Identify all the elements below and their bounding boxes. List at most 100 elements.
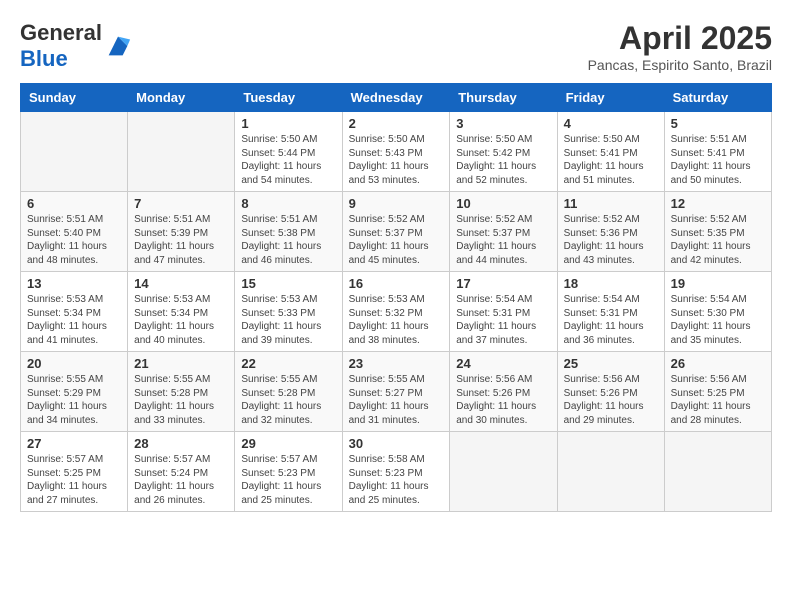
day-info: Sunrise: 5:50 AMSunset: 5:42 PMDaylight:… bbox=[456, 133, 550, 187]
day-cell: 1 Sunrise: 5:50 AMSunset: 5:44 PMDaylight… bbox=[235, 112, 342, 192]
day-info: Sunrise: 5:57 AMSunset: 5:24 PMDaylight:… bbox=[134, 453, 228, 507]
week-row-5: 27 Sunrise: 5:57 AMSunset: 5:25 PMDayligh… bbox=[21, 432, 772, 512]
day-cell: 15 Sunrise: 5:53 AMSunset: 5:33 PMDayligh… bbox=[235, 272, 342, 352]
day-info: Sunrise: 5:57 AMSunset: 5:23 PMDaylight:… bbox=[241, 453, 335, 507]
page-header: General Blue April 2025 Pancas, Espirito… bbox=[20, 20, 772, 73]
day-cell: 23Sunrise: 5:55 AMSunset: 5:27 PMDayligh… bbox=[342, 352, 450, 432]
day-cell bbox=[21, 112, 128, 192]
day-info: Sunrise: 5:55 AMSunset: 5:29 PMDaylight:… bbox=[27, 373, 121, 427]
day-number: 8 bbox=[241, 196, 335, 211]
day-cell bbox=[664, 432, 771, 512]
day-info: Sunrise: 5:58 AMSunset: 5:23 PMDaylight:… bbox=[349, 453, 444, 507]
week-row-2: 6 Sunrise: 5:51 AMSunset: 5:40 PMDaylight… bbox=[21, 192, 772, 272]
week-row-1: 1 Sunrise: 5:50 AMSunset: 5:44 PMDaylight… bbox=[21, 112, 772, 192]
day-number: 12 bbox=[671, 196, 765, 211]
days-of-week-header: SundayMondayTuesdayWednesdayThursdayFrid… bbox=[21, 84, 772, 112]
day-info: Sunrise: 5:52 AMSunset: 5:35 PMDaylight:… bbox=[671, 213, 765, 267]
day-number: 4 bbox=[564, 116, 658, 131]
day-cell: 29Sunrise: 5:57 AMSunset: 5:23 PMDayligh… bbox=[235, 432, 342, 512]
day-cell: 17 Sunrise: 5:54 AMSunset: 5:31 PMDayligh… bbox=[450, 272, 557, 352]
day-number: 17 bbox=[456, 276, 550, 291]
day-info: Sunrise: 5:50 AMSunset: 5:43 PMDaylight:… bbox=[349, 133, 444, 187]
day-info: Sunrise: 5:51 AMSunset: 5:39 PMDaylight:… bbox=[134, 213, 228, 267]
dow-friday: Friday bbox=[557, 84, 664, 112]
day-cell: 27 Sunrise: 5:57 AMSunset: 5:25 PMDayligh… bbox=[21, 432, 128, 512]
day-cell bbox=[450, 432, 557, 512]
dow-tuesday: Tuesday bbox=[235, 84, 342, 112]
location-subtitle: Pancas, Espirito Santo, Brazil bbox=[588, 57, 772, 73]
day-info: Sunrise: 5:50 AMSunset: 5:41 PMDaylight:… bbox=[564, 133, 658, 187]
logo-blue: Blue bbox=[20, 46, 68, 71]
logo: General Blue bbox=[20, 20, 132, 72]
day-number: 21 bbox=[134, 356, 228, 371]
day-info: Sunrise: 5:57 AMSunset: 5:25 PMDaylight:… bbox=[27, 453, 121, 507]
day-number: 23 bbox=[349, 356, 444, 371]
day-info: Sunrise: 5:54 AMSunset: 5:31 PMDaylight:… bbox=[456, 293, 550, 347]
dow-wednesday: Wednesday bbox=[342, 84, 450, 112]
day-info: Sunrise: 5:53 AMSunset: 5:32 PMDaylight:… bbox=[349, 293, 444, 347]
logo-text: General Blue bbox=[20, 20, 102, 72]
day-number: 15 bbox=[241, 276, 335, 291]
day-number: 14 bbox=[134, 276, 228, 291]
day-number: 30 bbox=[349, 436, 444, 451]
day-number: 20 bbox=[27, 356, 121, 371]
day-number: 13 bbox=[27, 276, 121, 291]
day-cell: 21 Sunrise: 5:55 AMSunset: 5:28 PMDayligh… bbox=[128, 352, 235, 432]
day-cell: 2Sunrise: 5:50 AMSunset: 5:43 PMDaylight… bbox=[342, 112, 450, 192]
logo-icon bbox=[104, 32, 132, 60]
day-number: 10 bbox=[456, 196, 550, 211]
day-cell: 12 Sunrise: 5:52 AMSunset: 5:35 PMDayligh… bbox=[664, 192, 771, 272]
day-number: 11 bbox=[564, 196, 658, 211]
day-info: Sunrise: 5:52 AMSunset: 5:36 PMDaylight:… bbox=[564, 213, 658, 267]
day-cell: 16 Sunrise: 5:53 AMSunset: 5:32 PMDayligh… bbox=[342, 272, 450, 352]
day-number: 19 bbox=[671, 276, 765, 291]
day-info: Sunrise: 5:56 AMSunset: 5:26 PMDaylight:… bbox=[456, 373, 550, 427]
day-number: 24 bbox=[456, 356, 550, 371]
day-info: Sunrise: 5:54 AMSunset: 5:30 PMDaylight:… bbox=[671, 293, 765, 347]
day-number: 27 bbox=[27, 436, 121, 451]
dow-monday: Monday bbox=[128, 84, 235, 112]
day-cell bbox=[128, 112, 235, 192]
day-number: 7 bbox=[134, 196, 228, 211]
day-number: 3 bbox=[456, 116, 550, 131]
calendar-table: SundayMondayTuesdayWednesdayThursdayFrid… bbox=[20, 83, 772, 512]
week-row-3: 13 Sunrise: 5:53 AMSunset: 5:34 PMDayligh… bbox=[21, 272, 772, 352]
day-info: Sunrise: 5:53 AMSunset: 5:33 PMDaylight:… bbox=[241, 293, 335, 347]
logo-general: General bbox=[20, 20, 102, 45]
day-cell: 19 Sunrise: 5:54 AMSunset: 5:30 PMDayligh… bbox=[664, 272, 771, 352]
day-info: Sunrise: 5:52 AMSunset: 5:37 PMDaylight:… bbox=[456, 213, 550, 267]
day-cell: 7 Sunrise: 5:51 AMSunset: 5:39 PMDaylight… bbox=[128, 192, 235, 272]
day-number: 5 bbox=[671, 116, 765, 131]
day-info: Sunrise: 5:51 AMSunset: 5:40 PMDaylight:… bbox=[27, 213, 121, 267]
day-number: 6 bbox=[27, 196, 121, 211]
day-number: 22 bbox=[241, 356, 335, 371]
day-cell: 11 Sunrise: 5:52 AMSunset: 5:36 PMDayligh… bbox=[557, 192, 664, 272]
dow-saturday: Saturday bbox=[664, 84, 771, 112]
day-info: Sunrise: 5:50 AMSunset: 5:44 PMDaylight:… bbox=[241, 133, 335, 187]
day-info: Sunrise: 5:51 AMSunset: 5:38 PMDaylight:… bbox=[241, 213, 335, 267]
day-number: 25 bbox=[564, 356, 658, 371]
day-number: 16 bbox=[349, 276, 444, 291]
day-info: Sunrise: 5:56 AMSunset: 5:25 PMDaylight:… bbox=[671, 373, 765, 427]
day-cell: 22 Sunrise: 5:55 AMSunset: 5:28 PMDayligh… bbox=[235, 352, 342, 432]
day-info: Sunrise: 5:52 AMSunset: 5:37 PMDaylight:… bbox=[349, 213, 444, 267]
month-title: April 2025 bbox=[588, 20, 772, 57]
dow-sunday: Sunday bbox=[21, 84, 128, 112]
day-info: Sunrise: 5:56 AMSunset: 5:26 PMDaylight:… bbox=[564, 373, 658, 427]
day-cell: 25 Sunrise: 5:56 AMSunset: 5:26 PMDayligh… bbox=[557, 352, 664, 432]
day-cell: 13Sunrise: 5:53 AMSunset: 5:34 PMDayligh… bbox=[21, 272, 128, 352]
day-cell: 10 Sunrise: 5:52 AMSunset: 5:37 PMDayligh… bbox=[450, 192, 557, 272]
day-cell: 24 Sunrise: 5:56 AMSunset: 5:26 PMDayligh… bbox=[450, 352, 557, 432]
day-cell: 26Sunrise: 5:56 AMSunset: 5:25 PMDayligh… bbox=[664, 352, 771, 432]
day-cell: 9Sunrise: 5:52 AMSunset: 5:37 PMDaylight… bbox=[342, 192, 450, 272]
day-info: Sunrise: 5:54 AMSunset: 5:31 PMDaylight:… bbox=[564, 293, 658, 347]
calendar-body: 1 Sunrise: 5:50 AMSunset: 5:44 PMDaylight… bbox=[21, 112, 772, 512]
week-row-4: 20 Sunrise: 5:55 AMSunset: 5:29 PMDayligh… bbox=[21, 352, 772, 432]
day-number: 18 bbox=[564, 276, 658, 291]
day-cell: 6 Sunrise: 5:51 AMSunset: 5:40 PMDaylight… bbox=[21, 192, 128, 272]
day-info: Sunrise: 5:53 AMSunset: 5:34 PMDaylight:… bbox=[134, 293, 228, 347]
day-info: Sunrise: 5:55 AMSunset: 5:28 PMDaylight:… bbox=[134, 373, 228, 427]
day-number: 1 bbox=[241, 116, 335, 131]
day-cell: 20 Sunrise: 5:55 AMSunset: 5:29 PMDayligh… bbox=[21, 352, 128, 432]
day-info: Sunrise: 5:55 AMSunset: 5:28 PMDaylight:… bbox=[241, 373, 335, 427]
